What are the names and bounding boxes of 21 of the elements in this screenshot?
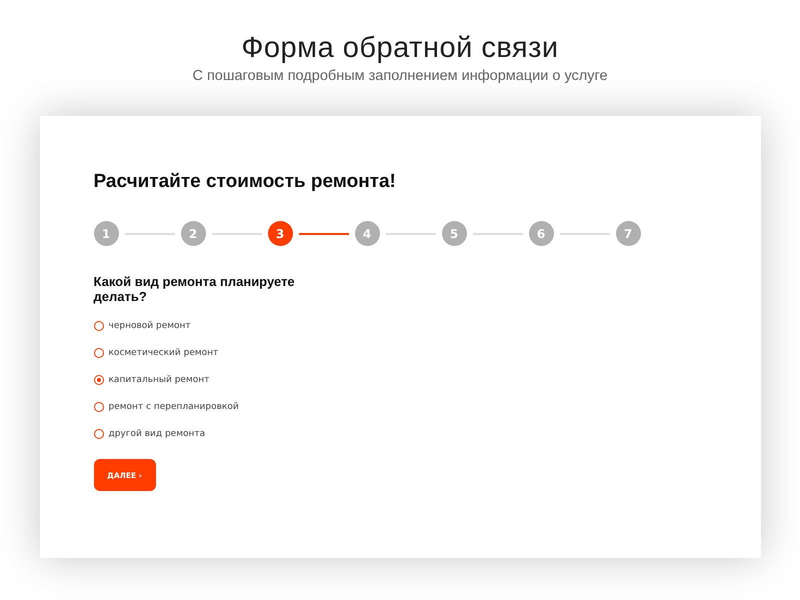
question-label: Какой вид ремонта планируете делать? xyxy=(94,274,296,304)
step-circle[interactable]: 3 xyxy=(268,221,292,246)
step-circle[interactable]: 5 xyxy=(442,221,466,246)
option-label[interactable]: черновой ремонт xyxy=(108,320,191,330)
radio-button[interactable] xyxy=(94,428,104,438)
radio-button[interactable] xyxy=(94,348,104,358)
radio-button[interactable] xyxy=(94,402,104,412)
radio-button[interactable] xyxy=(94,374,104,384)
option-label[interactable]: ремонт с перепланировкой xyxy=(108,402,239,412)
page-title: Форма обратной связи xyxy=(241,31,559,66)
step-circle[interactable]: 2 xyxy=(180,221,206,246)
step-circle[interactable]: 7 xyxy=(616,221,640,246)
option-label[interactable]: другой вид ремонта xyxy=(108,428,206,438)
radio-button[interactable] xyxy=(94,320,104,330)
step-circle[interactable]: 6 xyxy=(528,221,554,246)
option-label[interactable]: косметический ремонт xyxy=(108,348,218,358)
option-label[interactable]: капитальный ремонт xyxy=(108,374,210,384)
page-subtitle: С пошаговым подробным заполнением информации о услуге xyxy=(192,68,608,84)
step-circle[interactable]: 1 xyxy=(94,221,118,246)
step-circle[interactable]: 4 xyxy=(354,221,380,246)
form-heading: Расчитайте стоимость ремонта! xyxy=(94,170,397,194)
